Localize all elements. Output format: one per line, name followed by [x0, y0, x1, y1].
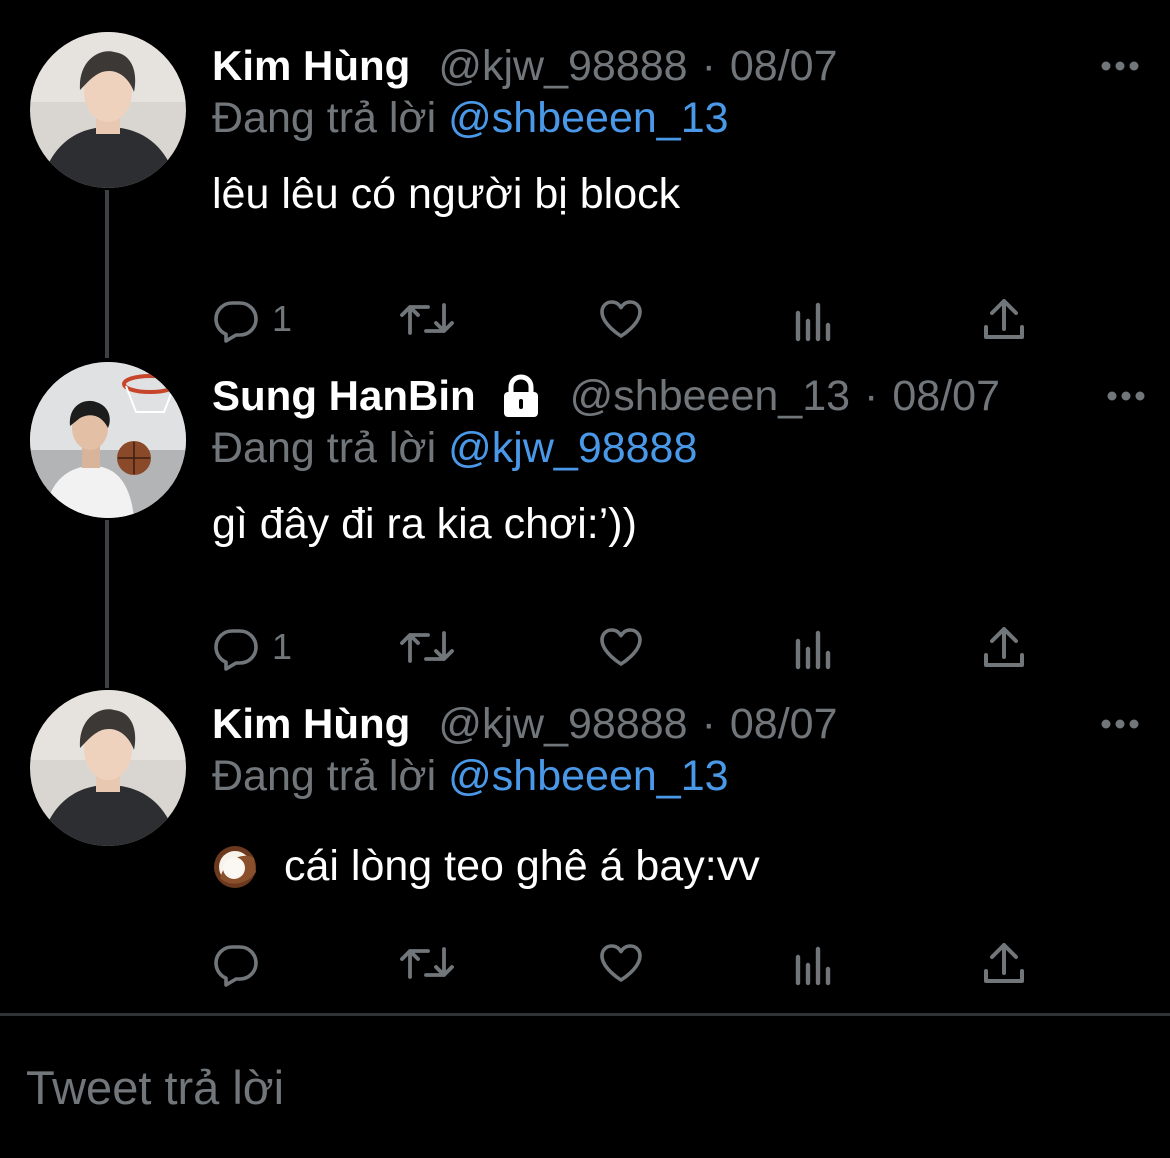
more-icon[interactable]: [1100, 56, 1140, 76]
avatar[interactable]: [30, 32, 186, 188]
tweet-date[interactable]: 08/07: [892, 372, 1000, 421]
author-handle[interactable]: @shbeeen_13: [570, 372, 850, 421]
retweet-button[interactable]: [400, 938, 454, 988]
reply-button[interactable]: 1: [212, 622, 292, 672]
reply-count: 1: [272, 626, 293, 667]
analytics-button[interactable]: [792, 294, 836, 344]
separator: ·: [864, 371, 879, 420]
more-icon[interactable]: [1106, 386, 1146, 406]
tweet-header: Kim Hùng @kjw_98888 · 08/07: [212, 40, 1110, 92]
reply-button[interactable]: 1: [212, 294, 292, 344]
share-icon: [984, 627, 1024, 667]
author-handle[interactable]: @kjw_98888: [438, 42, 687, 91]
tweet-header: Kim Hùng @kjw_98888 · 08/07: [212, 698, 1110, 750]
tweet-date[interactable]: 08/07: [730, 42, 838, 91]
tweet-text: gì đây đi ra kia chơi:’)): [212, 500, 637, 548]
coconut-emoji: [214, 845, 256, 888]
analytics-icon: [795, 630, 831, 670]
replying-prefix: Đang trả lời: [212, 94, 437, 142]
share-icon: [984, 943, 1024, 983]
tweet[interactable]: Sung HanBin @shbeeen_13 · 08/07 Đang trả…: [0, 362, 1170, 671]
replying-to: Đang trả lời @kjw_98888: [212, 424, 697, 473]
like-icon: [600, 628, 642, 666]
retweet-icon: [400, 303, 454, 335]
analytics-button[interactable]: [792, 622, 836, 672]
retweet-icon: [400, 947, 454, 979]
share-button[interactable]: [982, 938, 1026, 988]
author-name[interactable]: Kim Hùng: [212, 700, 410, 748]
retweet-button[interactable]: [400, 622, 454, 672]
tweet-date[interactable]: 08/07: [730, 700, 838, 749]
divider: [0, 1013, 1170, 1016]
replying-to: Đang trả lời @shbeeen_13: [212, 94, 729, 143]
avatar[interactable]: [30, 690, 186, 846]
reply-input[interactable]: Tweet trả lời: [26, 1060, 284, 1115]
share-button[interactable]: [982, 622, 1026, 672]
replying-mention[interactable]: @shbeeen_13: [448, 94, 728, 142]
tweet-header: Sung HanBin @shbeeen_13 · 08/07: [212, 370, 1110, 422]
share-button[interactable]: [982, 294, 1026, 344]
tweet-text-row: cái lòng teo ghê á bay:vv: [212, 842, 760, 891]
replying-prefix: Đang trả lời: [212, 752, 437, 800]
analytics-icon: [795, 302, 831, 342]
reply-count: 1: [272, 298, 293, 339]
replying-mention[interactable]: @kjw_98888: [448, 424, 697, 472]
author-name[interactable]: Sung HanBin: [212, 372, 476, 420]
retweet-icon: [400, 631, 454, 663]
like-icon: [600, 300, 642, 338]
tweet-text: cái lòng teo ghê á bay:vv: [284, 842, 760, 890]
reply-icon: [214, 945, 258, 987]
analytics-button[interactable]: [792, 938, 836, 988]
separator: ·: [701, 41, 716, 90]
lock-icon: [503, 374, 538, 417]
like-icon: [600, 944, 642, 982]
author-handle[interactable]: @kjw_98888: [438, 700, 687, 749]
reply-button[interactable]: [212, 938, 260, 988]
reply-icon: [214, 629, 258, 671]
avatar[interactable]: [30, 362, 186, 518]
like-button[interactable]: [597, 294, 645, 344]
retweet-button[interactable]: [400, 294, 454, 344]
tweet[interactable]: Kim Hùng @kjw_98888 · 08/07 Đang trả lời…: [0, 32, 1170, 343]
separator: ·: [701, 699, 716, 748]
tweet-actions: 1: [212, 294, 1042, 344]
replying-to: Đang trả lời @shbeeen_13: [212, 752, 729, 801]
tweet[interactable]: Kim Hùng @kjw_98888 · 08/07 Đang trả lời…: [0, 690, 1170, 1000]
more-icon[interactable]: [1100, 714, 1140, 734]
tweet-actions: 1: [212, 622, 1042, 672]
reply-icon: [214, 301, 258, 343]
share-icon: [984, 299, 1024, 339]
replying-mention[interactable]: @shbeeen_13: [448, 752, 728, 800]
replying-prefix: Đang trả lời: [212, 424, 437, 472]
like-button[interactable]: [597, 622, 645, 672]
tweet-actions: [212, 938, 1042, 988]
author-name[interactable]: Kim Hùng: [212, 42, 410, 90]
like-button[interactable]: [597, 938, 645, 988]
tweet-text: lêu lêu có người bị block: [212, 170, 681, 218]
analytics-icon: [795, 946, 831, 986]
